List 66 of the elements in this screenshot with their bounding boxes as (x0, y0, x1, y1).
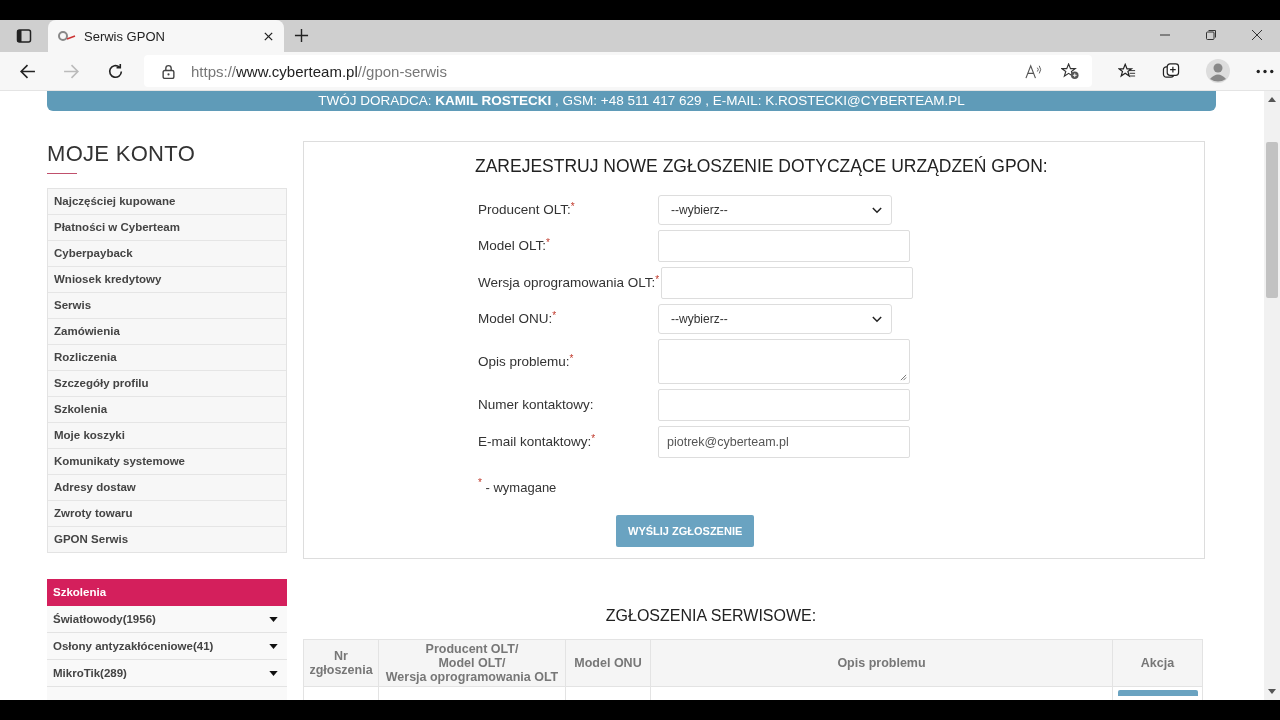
close-icon[interactable] (263, 30, 274, 42)
requests-title: ZGŁOSZENIA SERWISOWE: (604, 607, 818, 625)
textarea-field[interactable] (658, 339, 910, 384)
field-label: E-mail kontaktowy:$^{*}$ (478, 433, 597, 451)
sidebar-item[interactable]: Moje koszyki (48, 422, 286, 448)
sidebar-item[interactable]: Najczęściej kupowane (48, 189, 286, 214)
field-label: Wersja oprogramowania OLT:$^{*}$ (478, 274, 661, 292)
column-header: Nr zgłoszenia (303, 639, 379, 687)
restore-icon[interactable] (1205, 29, 1217, 41)
required-mark: * (478, 477, 482, 488)
required-legend: - wymagane (485, 480, 557, 495)
chevron-icon (872, 206, 882, 214)
text-field[interactable] (661, 267, 914, 299)
address-field[interactable]: https://www.cyberteam.pl//gpon-serwis (144, 55, 1092, 87)
form-title: ZAREJESTRUJ NOWE ZGŁOSZENIE DOTYCZĄCE URZĄDZEŃ GPON: (475, 156, 1049, 177)
favorites-icon[interactable] (1118, 62, 1136, 80)
column-header: Producent OLT/ Model OLT/ Wersja oprogramowania OLT (378, 639, 566, 687)
close-window-icon[interactable] (1251, 29, 1263, 41)
sidebar-item[interactable]: Szkolenia (48, 396, 286, 422)
new-tab-icon[interactable] (294, 28, 309, 43)
sidebar-item[interactable]: Adresy dostaw (48, 474, 286, 500)
text-field[interactable]: piotrek@cyberteam.pl (658, 426, 910, 458)
resize-grip-icon (900, 374, 907, 381)
category-item[interactable]: Światłowody(1956) (47, 606, 287, 633)
scrollbar[interactable] (1264, 91, 1280, 700)
browser-tab[interactable]: Serwis GPON (48, 20, 284, 52)
back-arrow-icon[interactable] (19, 62, 36, 80)
field-label: Model ONU:$^{*}$ (478, 310, 558, 328)
sidebar-item[interactable]: Rozliczenia (48, 344, 286, 370)
sidebar-item[interactable]: Komunikaty systemowe (48, 448, 286, 474)
sidebar-title: MOJE KONTO (47, 141, 197, 167)
category-item[interactable]: MikroTik(289) (47, 660, 287, 687)
column-header: Model ONU (565, 639, 651, 687)
sidebar-item[interactable]: Płatności w Cyberteam (48, 214, 286, 240)
sidebar-item[interactable]: Szczegóły profilu (48, 370, 286, 396)
site-favicon (58, 30, 76, 42)
sidebar-item[interactable]: Zwroty towaru (48, 500, 286, 526)
select-field[interactable]: --wybierz-- (658, 304, 892, 334)
select-field[interactable]: --wybierz-- (658, 195, 892, 225)
scrollbar-thumb[interactable] (1266, 142, 1278, 298)
collections-icon[interactable] (1162, 62, 1180, 80)
text-field[interactable] (658, 389, 910, 421)
scroll-up-icon[interactable] (1268, 97, 1276, 102)
field-label: Model OLT:$^{*}$ (478, 237, 551, 255)
sidebar-item[interactable]: GPON Serwis (48, 526, 286, 552)
sidebar-item[interactable]: Cyberpayback (48, 240, 286, 266)
tab-actions-icon[interactable] (16, 28, 32, 44)
category-item[interactable]: Osłony antyzakłóceniowe(41) (47, 633, 287, 660)
field-label: Numer kontaktowy: (478, 396, 595, 414)
read-aloud-icon[interactable] (1025, 62, 1044, 80)
sidebar-item[interactable]: Zamówienia (48, 318, 286, 344)
scroll-down-icon[interactable] (1268, 689, 1276, 694)
advisor-banner: TWÓJ DORADCA: KAMIL ROSTECKI , GSM: +48 511 417 629 , E-MAIL: K.ROSTECKI@CYBERTEAM.PL (47, 91, 1216, 111)
add-favorite-icon[interactable] (1061, 62, 1080, 80)
category-header: Szkolenia (47, 579, 287, 606)
sidebar-item[interactable]: Serwis (48, 292, 286, 318)
chevron-icon (872, 315, 882, 323)
text-field[interactable] (658, 230, 910, 262)
column-header: Akcja (1112, 639, 1203, 687)
sidebar-item[interactable]: Wniosek kredytowy (48, 266, 286, 292)
field-label: Opis problemu:$^{*}$ (478, 352, 575, 371)
field-label: Producent OLT:$^{*}$ (478, 201, 576, 219)
profile-avatar-icon[interactable] (1206, 59, 1230, 83)
column-header: Opis problemu (650, 639, 1113, 687)
reload-icon[interactable] (107, 62, 124, 80)
lock-icon (162, 63, 175, 79)
